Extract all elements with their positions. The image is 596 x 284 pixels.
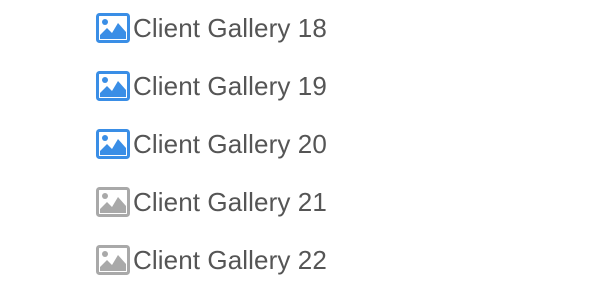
gallery-item[interactable]: Client Gallery 18 (96, 10, 576, 46)
image-icon (96, 71, 133, 101)
gallery-label: Client Gallery 18 (133, 13, 327, 43)
gallery-label: Client Gallery 19 (133, 71, 327, 101)
gallery-item[interactable]: Client Gallery 21 (96, 184, 576, 220)
gallery-label: Client Gallery 20 (133, 129, 327, 159)
gallery-item[interactable]: Client Gallery 19 (96, 68, 576, 104)
image-icon (96, 245, 133, 275)
gallery-label: Client Gallery 22 (133, 245, 327, 275)
gallery-item[interactable]: Client Gallery 22 (96, 242, 576, 278)
image-icon (96, 13, 133, 43)
gallery-item[interactable]: Client Gallery 20 (96, 126, 576, 162)
image-icon (96, 187, 133, 217)
gallery-label: Client Gallery 21 (133, 187, 327, 217)
image-icon (96, 129, 133, 159)
gallery-list: Client Gallery 18 Client Gallery 19 Client… (96, 10, 576, 278)
